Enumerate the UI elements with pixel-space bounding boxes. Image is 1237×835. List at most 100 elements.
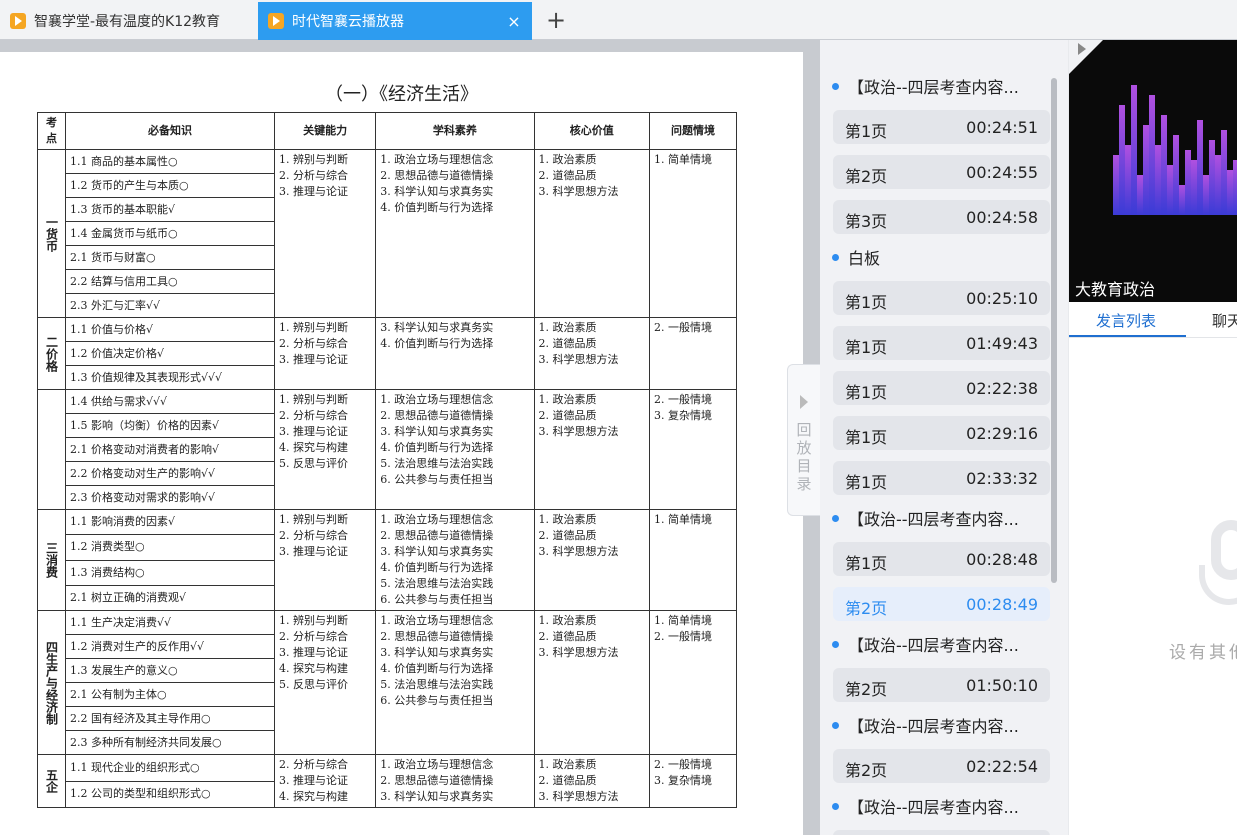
tab-cloud-player[interactable]: 时代智襄云播放器 × <box>258 2 532 40</box>
values-cell: 1. 政治素质 2. 道德品质 3. 科学思想方法 <box>533 317 651 390</box>
column-header: 学科素养 <box>375 112 535 150</box>
ability-cell: 1. 辨别与判断 2. 分析与综合 3. 推理与论证 <box>273 149 377 318</box>
situation-cell: 2. 一般情境 3. 复杂情境 <box>649 754 737 808</box>
table-row: 一货币 1.1 商品的基本属性○ 1. 辨别与判断 2. 分析与综合 3. 推理与论… <box>37 149 737 318</box>
playlist-item[interactable]: 第1页 02:22:38 <box>833 371 1050 405</box>
playback-list: 【政治--四层考查内容... 第1页 00:24:51 第2页 00:24:55 第3页 0… <box>820 74 1068 835</box>
knowledge-cell: 1.1 价值与价格√ <box>65 317 275 342</box>
topic-cell: 三消费 <box>37 509 66 611</box>
values-cell: 1. 政治素质 2. 道德品质 3. 科学思想方法 <box>533 754 651 808</box>
table-header-row: 考点 必备知识 关键能力 学科素养 核心价值 问题情境 <box>37 112 737 150</box>
column-header: 核心价值 <box>533 112 651 150</box>
knowledge-cell: 1.2 消费对生产的反作用√√ <box>65 634 275 659</box>
timestamp: 00:24:58 <box>966 208 1038 227</box>
topic-cell <box>37 389 66 510</box>
timestamp: 02:22:54 <box>966 757 1038 776</box>
knowledge-cell: 1.3 发展生产的意义○ <box>65 658 275 683</box>
playback-catalog-toggle[interactable]: 回放目录 <box>787 364 820 516</box>
playlist-group[interactable]: 【政治--四层考查内容... <box>820 794 1068 820</box>
playlist-group[interactable]: 白板 <box>820 245 1068 271</box>
table-row: 五企 1.1 现代企业的组织形式○ 2. 分析与综合 3. 推理与论证 4. 探究与… <box>37 754 737 808</box>
literacy-cell: 3. 科学认知与求真务实 4. 价值判断与行为选择 <box>375 317 535 390</box>
timestamp: 02:29:16 <box>966 424 1038 443</box>
playlist-scrollbar[interactable] <box>1051 78 1057 583</box>
table-row: 1.4 供给与需求√√√ 1. 辨别与判断 2. 分析与综合 3. 推理与论证 4… <box>37 389 737 510</box>
topic-cell: 四生产与经济制 <box>37 610 66 755</box>
tab-chat[interactable]: 聊天 <box>1212 310 1237 331</box>
knowledge-cell: 1.2 消费类型○ <box>65 534 275 561</box>
playlist-item[interactable]: 第3页 00:24:58 <box>833 200 1050 234</box>
timestamp: 00:24:51 <box>966 118 1038 137</box>
playlist-item[interactable]: 第1页 00:24:51 <box>833 110 1050 144</box>
column-header: 关键能力 <box>273 112 377 150</box>
bullet-dot-icon <box>832 641 839 648</box>
playlist-group[interactable]: 【政治--四层考查内容... <box>820 74 1068 100</box>
knowledge-cell: 1.5 影响（均衡）价格的因素√ <box>65 413 275 438</box>
section-title: （一）《经济生活》 <box>325 84 478 105</box>
playlist-group[interactable]: 【政治--四层考查内容... <box>820 713 1068 739</box>
page-label: 第2页 <box>845 761 888 780</box>
page-label: 第1页 <box>845 383 888 402</box>
ability-cell: 1. 辨别与判断 2. 分析与综合 3. 推理与论证 <box>273 509 377 611</box>
page-label: 第1页 <box>845 554 888 573</box>
active-tab-indicator <box>1069 335 1186 337</box>
playlist-item[interactable]: 第2页 00:28:49 <box>833 587 1050 621</box>
playlist-item[interactable]: 第1页 02:29:16 <box>833 416 1050 450</box>
literacy-cell: 1. 政治立场与理想信念 2. 思想品德与道德情操 3. 科学认知与求真务实 4… <box>375 389 535 510</box>
knowledge-cell: 1.2 公司的类型和组织形式○ <box>65 780 275 808</box>
ability-cell: 2. 分析与综合 3. 推理与论证 4. 探究与构建 <box>273 754 377 808</box>
column-header: 必备知识 <box>65 112 275 150</box>
playlist-group[interactable]: 【政治--四层考查内容... <box>820 632 1068 658</box>
knowledge-cell: 1.2 价值决定价格√ <box>65 341 275 366</box>
tab-zhixiang-school[interactable]: 智襄学堂-最有温度的K12教育 <box>0 2 256 40</box>
knowledge-cell: 1.1 生产决定消费√√ <box>65 610 275 635</box>
knowledge-cell: 2.3 价格变动对需求的影响√√ <box>65 485 275 510</box>
page-label: 第2页 <box>845 599 888 618</box>
page-label: 第1页 <box>845 122 888 141</box>
player-app-icon <box>10 13 26 29</box>
timestamp: 00:24:55 <box>966 163 1038 182</box>
playlist-item[interactable]: 第1页 02:33:32 <box>833 461 1050 495</box>
table-row: 四生产与经济制 1.1 生产决定消费√√ 1. 辨别与判断 2. 分析与综合 3. … <box>37 610 737 755</box>
timestamp: 00:28:49 <box>966 595 1038 614</box>
topic-cell: 二价格 <box>37 317 66 390</box>
video-title: 大教育政治 <box>1075 280 1156 299</box>
playlist-item[interactable]: 第2页 02:22:54 <box>833 749 1050 783</box>
situation-cell: 2. 一般情境 3. 复杂情境 <box>649 389 737 510</box>
ability-cell: 1. 辨别与判断 2. 分析与综合 3. 推理与论证 <box>273 317 377 390</box>
knowledge-cell: 2.2 价格变动对生产的影响√√ <box>65 461 275 486</box>
tab-label: 智襄学堂-最有温度的K12教育 <box>34 14 221 30</box>
situation-cell: 2. 一般情境 <box>649 317 737 390</box>
playlist-item[interactable]: 第2页02:29:38 <box>833 830 1050 835</box>
knowledge-cell: 2.2 结算与信用工具○ <box>65 269 275 294</box>
playlist-item[interactable]: 第2页 00:24:55 <box>833 155 1050 189</box>
timestamp: 00:28:48 <box>966 550 1038 569</box>
page-label: 第1页 <box>845 338 888 357</box>
playlist-item[interactable]: 第2页 01:50:10 <box>833 668 1050 702</box>
knowledge-cell: 1.3 货币的基本职能√ <box>65 197 275 222</box>
knowledge-cell: 1.1 影响消费的因素√ <box>65 508 275 536</box>
browser-tab-bar: 智襄学堂-最有温度的K12教育 时代智襄云播放器 × + <box>0 0 1237 40</box>
document-viewer: （一）《经济生活》 考点 必备知识 关键能力 学科素养 核心价值 问题情境 一货币 1.1 … <box>0 40 820 835</box>
play-icon[interactable] <box>1078 43 1086 55</box>
playlist-group[interactable]: 【政治--四层考查内容... <box>820 506 1068 532</box>
equalizer-bar <box>1233 160 1237 215</box>
playlist-item[interactable]: 第1页 00:28:48 <box>833 542 1050 576</box>
new-tab-button[interactable]: + <box>543 6 569 34</box>
video-player[interactable]: 大教育政治 <box>1069 40 1237 302</box>
literacy-cell: 1. 政治立场与理想信念 2. 思想品德与道德情操 3. 科学认知与求真务实 <box>375 754 535 808</box>
playlist-item[interactable]: 第1页 01:49:43 <box>833 326 1050 360</box>
video-corner <box>1069 40 1103 74</box>
close-tab-icon[interactable]: × <box>506 12 522 31</box>
knowledge-cell: 2.3 外汇与汇率√√ <box>65 293 275 318</box>
literacy-cell: 1. 政治立场与理想信念 2. 思想品德与道德情操 3. 科学认知与求真务实 4… <box>375 509 535 611</box>
timestamp: 02:33:32 <box>966 469 1038 488</box>
chevron-right-icon <box>800 395 808 409</box>
page-label: 第1页 <box>845 428 888 447</box>
situation-cell: 1. 简单情境 2. 一般情境 <box>649 610 737 755</box>
playback-catalog: 【政治--四层考查内容... 第1页 00:24:51 第2页 00:24:55 第3页 0… <box>820 40 1068 835</box>
playlist-item[interactable]: 第1页 00:25:10 <box>833 281 1050 315</box>
page-label: 第3页 <box>845 212 888 231</box>
bullet-dot-icon <box>832 803 839 810</box>
tab-speech-list[interactable]: 发言列表 <box>1096 310 1156 331</box>
